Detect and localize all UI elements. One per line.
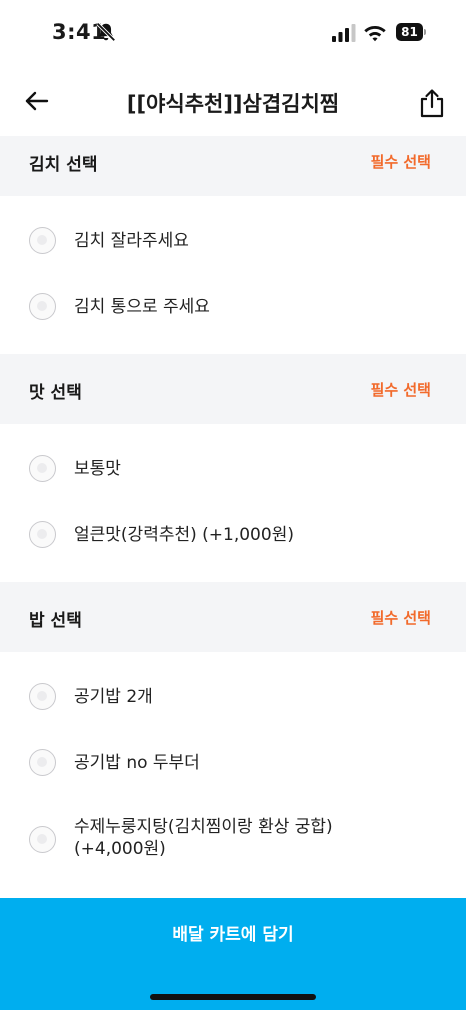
option-rice-nurungji[interactable]: 수제누룽지탕(김치찜이랑 환상 궁합) (+4,000원) [0,796,466,882]
option-group-taste: 보통맛 얼큰맛(강력추천) (+1,000원) [0,424,466,582]
radio-button[interactable] [29,227,56,254]
nav-header: [[야식추천]]삼겹김치찜 [0,64,466,136]
share-icon[interactable] [418,88,446,118]
wifi-icon [364,26,386,42]
radio-button[interactable] [29,455,56,482]
option-group-kimchi: 김치 잘라주세요 김치 통으로 주세요 [0,196,466,354]
radio-button[interactable] [29,293,56,320]
section-header-taste: 맛 선택 필수 선택 [0,354,466,424]
option-kimchi-cut[interactable]: 김치 잘라주세요 [0,208,466,274]
bell-slash-icon [96,22,116,42]
add-to-cart-button[interactable]: 배달 카트에 담기 [0,898,466,972]
required-badge: 필수 선택 [370,609,431,627]
back-arrow-icon[interactable] [22,86,52,116]
option-label-line: 수제누룽지탕(김치찜이랑 환상 궁합) [74,817,333,837]
section-header-kimchi: 김치 선택 필수 선택 [0,136,466,196]
option-label: 얼큰맛(강력추천) (+1,000원) [74,525,294,545]
required-badge: 필수 선택 [370,381,431,399]
option-label: 김치 잘라주세요 [74,231,189,251]
status-bar: 3:41 81 [0,0,466,64]
option-taste-normal[interactable]: 보통맛 [0,436,466,502]
battery-tip [424,29,426,35]
option-kimchi-whole[interactable]: 김치 통으로 주세요 [0,274,466,340]
battery-indicator: 81 [396,23,426,41]
option-label: 공기밥 2개 [74,687,153,707]
option-label-line: (+4,000원) [74,839,166,859]
radio-button[interactable] [29,683,56,710]
option-group-rice: 공기밥 2개 공기밥 no 두부더 수제누룽지탕(김치찜이랑 환상 궁합) (+… [0,652,466,898]
option-label: 김치 통으로 주세요 [74,297,210,317]
radio-button[interactable] [29,521,56,548]
section-header-rice: 밥 선택 필수 선택 [0,582,466,652]
section-title: 김치 선택 [29,155,98,175]
option-rice-two[interactable]: 공기밥 2개 [0,664,466,730]
option-label: 보통맛 [74,459,121,479]
section-title: 밥 선택 [29,611,82,631]
radio-button[interactable] [29,749,56,776]
signal-icon [332,24,356,42]
option-label: 공기밥 no 두부더 [74,753,200,773]
option-taste-spicy[interactable]: 얼큰맛(강력추천) (+1,000원) [0,502,466,568]
options-list[interactable]: 김치 선택 필수 선택 김치 잘라주세요 김치 통으로 주세요 맛 선택 필수 … [0,136,466,898]
option-rice-tofu[interactable]: 공기밥 no 두부더 [0,730,466,796]
battery-level: 81 [396,23,423,41]
required-badge: 필수 선택 [370,153,431,171]
option-label: 수제누룽지탕(김치찜이랑 환상 궁합) (+4,000원) [74,816,333,860]
home-indicator [150,994,316,1000]
page-title: [[야식추천]]삼겹김치찜 [126,92,340,116]
section-title: 맛 선택 [29,383,82,403]
cta-bar: 배달 카트에 담기 [0,898,466,1010]
radio-button[interactable] [29,826,56,853]
screen: 3:41 81 [[야식추천]]삼겹김치찜 김치 선택 필수 선택 김치 잘라주… [0,0,466,1010]
